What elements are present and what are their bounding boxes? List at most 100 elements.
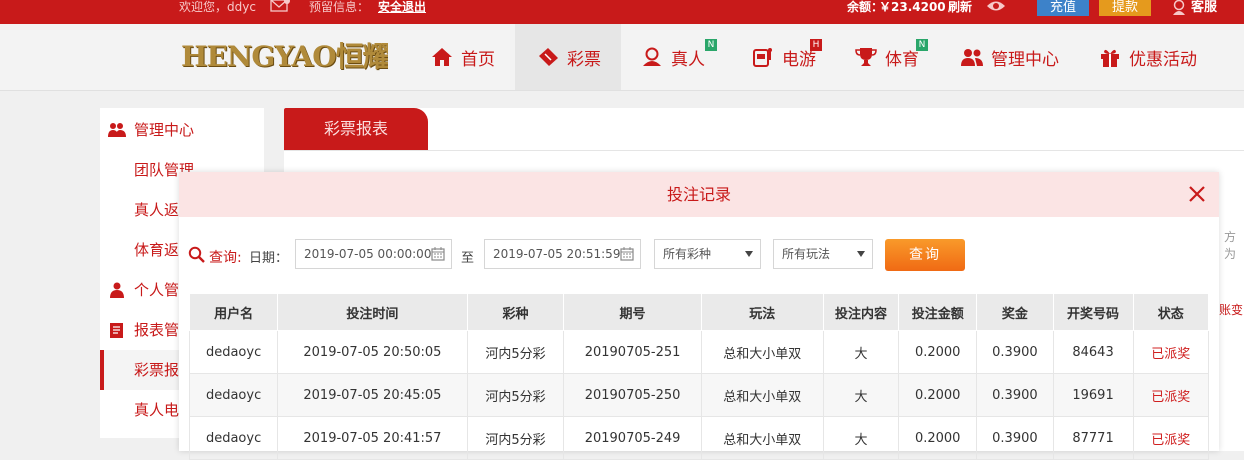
table-row: dedaoyc 2019-07-05 20:45:05 河内5分彩 201907… [188, 373, 1210, 417]
tab-lottery-report[interactable]: 彩票报表 [284, 108, 428, 150]
chevron-down-icon [745, 251, 753, 257]
nav-live-badge: N [705, 39, 717, 51]
bet-records-table: 用户名 投注时间 彩种 期号 玩法 投注内容 投注金额 奖金 开奖号码 状态 d… [188, 293, 1210, 460]
calendar-icon[interactable] [620, 247, 634, 261]
cell-amount: 0.2000 [898, 373, 978, 417]
cell-amount: 0.2000 [898, 416, 978, 460]
column-header: 用户名 [188, 293, 279, 331]
sidebar-item-label: 彩票报 [134, 361, 180, 379]
cell-draw-number: 19691 [1052, 373, 1134, 417]
nav-lottery[interactable]: 彩票 [515, 24, 621, 90]
sidebar-item-label: 体育返 [134, 241, 180, 259]
cell-play: 总和大小单双 [700, 373, 824, 417]
modal-header: 投注记录 [179, 172, 1219, 217]
sidebar-item-management[interactable]: 管理中心 [100, 110, 264, 150]
cell-prize: 0.3900 [976, 330, 1054, 374]
cell-lottery: 河内5分彩 [466, 416, 565, 460]
close-icon[interactable] [1187, 184, 1207, 204]
query-bar: 查询: 日期： 2019-07-05 00:00:00 至 2019-07-05… [179, 239, 1219, 271]
edge-text: 账变 [1219, 303, 1244, 317]
cell-draw-number: 87771 [1052, 416, 1134, 460]
nav-promotions-label: 优惠活动 [1129, 49, 1197, 70]
eye-icon[interactable] [986, 0, 1006, 18]
table-row: dedaoyc 2019-07-05 20:41:57 河内5分彩 201907… [188, 416, 1210, 460]
column-header: 投注金额 [898, 293, 978, 331]
lottery-select[interactable]: 所有彩种 [654, 239, 761, 269]
main-header: HENGYAO恒耀 首页 彩票 真人 N 电游 H 体育 N 管理中心 优惠活动 [0, 24, 1244, 91]
lottery-select-value: 所有彩种 [663, 247, 712, 261]
query-button[interactable]: 查询 [885, 239, 965, 271]
column-header: 开奖号码 [1052, 293, 1134, 331]
balance-value: ￥23.4200 [879, 0, 946, 14]
users-icon [961, 49, 983, 66]
cell-draw-number: 84643 [1052, 330, 1134, 374]
cell-issue: 20190705-251 [563, 330, 702, 374]
cell-content: 大 [822, 373, 900, 417]
cell-username: dedaoyc [188, 373, 279, 417]
slot-machine-icon [753, 48, 772, 67]
calendar-icon[interactable] [431, 247, 445, 261]
modal-title: 投注记录 [666, 185, 731, 204]
top-bar: 欢迎您，ddyc 预留信息： 安全退出 余额： ￥23.4200 刷新 充值 提… [0, 0, 1244, 24]
service-icon[interactable] [1171, 0, 1187, 19]
play-select-value: 所有玩法 [782, 247, 831, 261]
cell-lottery: 河内5分彩 [466, 330, 565, 374]
cell-issue: 20190705-250 [563, 373, 702, 417]
service-link[interactable]: 客服 [1191, 0, 1217, 15]
nav-sports[interactable]: 体育 N [855, 24, 935, 90]
cell-play: 总和大小单双 [700, 416, 824, 460]
nav-slots-badge: H [810, 39, 822, 51]
users-icon [108, 123, 126, 137]
column-header: 状态 [1132, 293, 1210, 331]
cell-status[interactable]: 已派奖 [1132, 373, 1210, 417]
nav-home[interactable]: 首页 [431, 24, 515, 90]
dealer-icon [643, 47, 661, 66]
refresh-link[interactable]: 刷新 [948, 0, 972, 15]
recharge-button[interactable]: 充值 [1037, 0, 1089, 16]
chevron-down-icon [857, 251, 865, 257]
cell-prize: 0.3900 [976, 416, 1054, 460]
date-to-input[interactable]: 2019-07-05 20:51:59 [484, 239, 641, 269]
cell-bet-time: 2019-07-05 20:50:05 [277, 330, 468, 374]
nav-home-label: 首页 [461, 49, 495, 70]
date-label: 日期： [249, 251, 289, 266]
nav-slots[interactable]: 电游 H [752, 24, 832, 90]
sidebar-item-label: 报表管 [134, 321, 180, 339]
tab-divider [284, 150, 1244, 151]
gift-icon [1101, 49, 1119, 67]
cell-content: 大 [822, 330, 900, 374]
nav-promotions[interactable]: 优惠活动 [1099, 24, 1209, 90]
play-select[interactable]: 所有玩法 [773, 239, 873, 269]
column-header: 投注内容 [822, 293, 900, 331]
cell-lottery: 河内5分彩 [466, 373, 565, 417]
bet-records-modal: 投注记录 查询: 日期： 2019-07-05 00:00:00 至 2019-… [179, 172, 1219, 460]
cell-amount: 0.2000 [898, 330, 978, 374]
logo[interactable]: HENGYAO恒耀 [181, 39, 388, 75]
cell-prize: 0.3900 [976, 373, 1054, 417]
withdraw-button[interactable]: 提款 [1099, 0, 1151, 16]
cell-status[interactable]: 已派奖 [1132, 416, 1210, 460]
sidebar-item-label: 个人管 [134, 281, 180, 299]
date-from-input[interactable]: 2019-07-05 00:00:00 [295, 239, 452, 269]
home-icon [432, 48, 452, 66]
search-icon [188, 246, 205, 263]
nav-live[interactable]: 真人 N [641, 24, 721, 90]
column-header: 彩种 [466, 293, 565, 331]
cell-username: dedaoyc [188, 416, 279, 460]
sidebar-item-label: 管理中心 [134, 121, 195, 139]
mail-icon[interactable] [270, 0, 290, 18]
nav-sports-label: 体育 [885, 49, 919, 70]
table-header-row: 用户名 投注时间 彩种 期号 玩法 投注内容 投注金额 奖金 开奖号码 状态 [188, 293, 1210, 331]
cell-status[interactable]: 已派奖 [1132, 330, 1210, 374]
nav-sports-badge: N [916, 39, 928, 51]
nav-management-label: 管理中心 [991, 49, 1059, 70]
cell-issue: 20190705-249 [563, 416, 702, 460]
nav-lottery-label: 彩票 [567, 49, 601, 70]
column-header: 投注时间 [277, 293, 468, 331]
logout-link[interactable]: 安全退出 [378, 0, 426, 15]
to-label: 至 [461, 251, 475, 266]
column-header: 玩法 [700, 293, 824, 331]
cell-content: 大 [822, 416, 900, 460]
cell-bet-time: 2019-07-05 20:45:05 [277, 373, 468, 417]
nav-management[interactable]: 管理中心 [961, 24, 1071, 90]
